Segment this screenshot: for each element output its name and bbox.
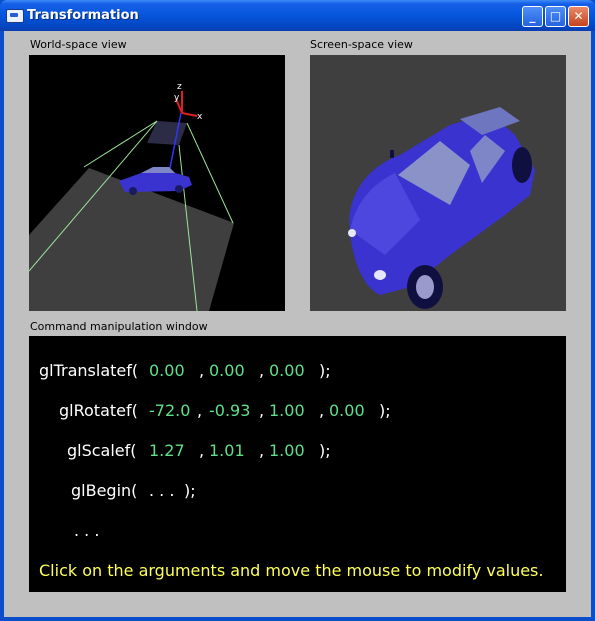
comma: ,: [199, 441, 205, 460]
rotate-arg-y[interactable]: 1.00: [269, 401, 305, 420]
frustum-edge: [83, 120, 158, 168]
translate-arg-x[interactable]: 0.00: [149, 361, 185, 380]
title-bar[interactable]: Transformation _ □ ✕: [0, 0, 595, 31]
ellipsis-text: . . .: [74, 521, 100, 540]
begin-fn: glBegin(: [71, 481, 138, 500]
comma: ,: [259, 441, 265, 460]
world-view-label: World-space view: [30, 38, 127, 51]
rotate-fn: glRotatef(: [59, 401, 138, 420]
translate-end: );: [319, 361, 331, 380]
scale-end: );: [319, 441, 331, 460]
x-axis-line: [181, 112, 198, 117]
maximize-button[interactable]: □: [545, 6, 566, 27]
rotate-arg-angle[interactable]: -72.0: [149, 401, 190, 420]
near-clip-plane: [147, 121, 187, 145]
scale-fn: glScalef(: [67, 441, 137, 460]
screen-view-label: Screen-space view: [310, 38, 413, 51]
z-axis-label: z: [177, 82, 182, 92]
comma: ,: [197, 401, 203, 420]
begin-end: );: [184, 481, 196, 500]
y-axis-label: y: [174, 93, 180, 103]
rotate-arg-z[interactable]: 0.00: [329, 401, 365, 420]
close-button[interactable]: ✕: [568, 6, 589, 27]
world-scene-graphic: x z y: [28, 82, 234, 312]
scale-arg-x[interactable]: 1.27: [149, 441, 185, 460]
scale-arg-z[interactable]: 1.00: [269, 441, 305, 460]
client-area: World-space view Screen-space view x z y: [4, 31, 591, 617]
minimize-button[interactable]: _: [522, 6, 543, 27]
comma: ,: [199, 361, 205, 380]
command-window-label: Command manipulation window: [30, 320, 208, 333]
instruction-text: Click on the arguments and move the mous…: [39, 561, 544, 580]
comma: ,: [319, 401, 325, 420]
comma: ,: [259, 361, 265, 380]
rotate-end: );: [379, 401, 391, 420]
world-space-view[interactable]: x z y: [28, 55, 285, 312]
comma: ,: [259, 401, 265, 420]
screen-scene-graphic: [348, 107, 535, 309]
app-window: Transformation _ □ ✕ World-space view Sc…: [0, 0, 595, 621]
rotate-arg-x[interactable]: -0.93: [209, 401, 250, 420]
x-axis-label: x: [197, 112, 203, 122]
translate-arg-y[interactable]: 0.00: [209, 361, 245, 380]
window-title: Transformation: [27, 8, 139, 23]
translate-arg-z[interactable]: 0.00: [269, 361, 305, 380]
translate-fn: glTranslatef(: [39, 361, 139, 380]
begin-args: . . .: [149, 481, 175, 500]
scale-arg-y[interactable]: 1.01: [209, 441, 245, 460]
car-model-small: [119, 167, 192, 195]
screen-space-view[interactable]: [310, 55, 566, 311]
command-window[interactable]: glTranslatef( 0.00 , 0.00 , 0.00 ); glRo…: [29, 336, 566, 592]
window-app-icon[interactable]: [6, 9, 24, 23]
car-model-large: [348, 107, 535, 309]
